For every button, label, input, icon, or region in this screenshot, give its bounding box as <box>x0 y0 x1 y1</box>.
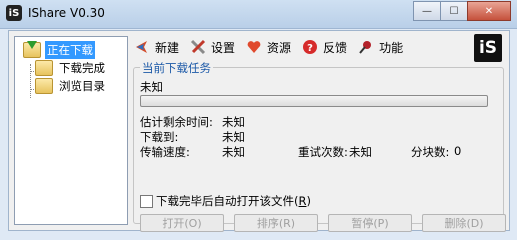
feedback-button[interactable]: ? 反馈 <box>302 39 347 56</box>
pause-button[interactable]: 暂停(P) <box>328 214 412 232</box>
auto-open-label: 下载完毕后自动打开该文件( <box>156 194 299 208</box>
tree-item-label: 下载完成 <box>59 61 105 75</box>
heart-icon <box>246 39 262 55</box>
download-progress-bar <box>140 95 488 107</box>
new-button[interactable]: 新建 <box>134 39 179 56</box>
group-title: 当前下载任务 <box>140 60 213 76</box>
client-area: 正在下载 下载完成 浏览目录 新建 设置 资源 ? 反馈 功能 iS 当前下载任… <box>8 30 510 232</box>
retries-label: 重试次数: <box>298 145 348 159</box>
window-controls: — ☐ ✕ <box>413 1 511 21</box>
category-tree[interactable]: 正在下载 下载完成 浏览目录 <box>14 36 128 225</box>
downloaded-label: 下载到: <box>140 130 179 144</box>
open-button[interactable]: 打开(O) <box>140 214 224 232</box>
window-title: IShare V0.30 <box>28 6 105 20</box>
toolbar-label: 反馈 <box>323 40 348 55</box>
tools-icon <box>190 39 206 55</box>
remaining-time-value: 未知 <box>222 115 245 129</box>
current-task-group: 当前下载任务 未知 估计剩余时间: 未知 下载到: 未知 传输速度: 未知 重试… <box>133 60 506 232</box>
tree-item-label: 正在下载 <box>45 41 95 59</box>
tree-item-downloading[interactable]: 正在下载 <box>23 41 95 59</box>
toolbar-label: 设置 <box>211 40 236 55</box>
tree-item-completed[interactable]: 下载完成 <box>35 59 107 77</box>
minimize-button[interactable]: — <box>413 1 441 21</box>
file-name: 未知 <box>140 80 163 94</box>
blocks-value: 0 <box>454 144 462 158</box>
app-icon[interactable]: iS <box>6 5 22 21</box>
speed-label: 传输速度: <box>140 145 190 159</box>
retries-value: 未知 <box>349 145 372 159</box>
tree-item-browse[interactable]: 浏览目录 <box>35 77 107 95</box>
new-arrow-icon <box>134 39 150 55</box>
auto-open-suffix: ) <box>306 194 312 208</box>
help-icon: ? <box>302 39 318 55</box>
folder-icon <box>35 60 53 76</box>
auto-open-checkbox[interactable] <box>140 194 153 208</box>
tree-connector <box>30 64 32 98</box>
pin-icon <box>358 39 374 55</box>
resources-button[interactable]: 资源 <box>246 39 291 56</box>
maximize-button[interactable]: ☐ <box>440 1 468 21</box>
sort-button[interactable]: 排序(R) <box>234 214 318 232</box>
speed-value: 未知 <box>222 145 245 159</box>
action-buttons: 打开(O) 排序(R) 暂停(P) 删除(D) <box>140 214 516 232</box>
app-logo: iS <box>474 34 502 62</box>
blocks-label: 分块数: <box>411 145 450 159</box>
toolbar-label: 资源 <box>267 40 292 55</box>
toolbar-label: 新建 <box>155 40 180 55</box>
toolbar-label: 功能 <box>379 40 404 55</box>
title-bar: iS IShare V0.30 — ☐ ✕ <box>0 0 517 29</box>
toolbar: 新建 设置 资源 ? 反馈 功能 <box>134 37 414 57</box>
functions-button[interactable]: 功能 <box>358 39 403 56</box>
folder-icon <box>35 78 53 94</box>
downloaded-value: 未知 <box>222 130 245 144</box>
auto-open-hotkey: R <box>298 194 307 208</box>
remaining-time-label: 估计剩余时间: <box>140 115 213 129</box>
auto-open-row[interactable]: 下载完毕后自动打开该文件(R) <box>140 193 311 209</box>
delete-button[interactable]: 删除(D) <box>422 214 506 232</box>
close-button[interactable]: ✕ <box>467 1 511 21</box>
settings-button[interactable]: 设置 <box>190 39 235 56</box>
tree-item-label: 浏览目录 <box>59 79 105 93</box>
svg-text:?: ? <box>307 43 313 54</box>
download-arrow-icon <box>23 41 41 58</box>
